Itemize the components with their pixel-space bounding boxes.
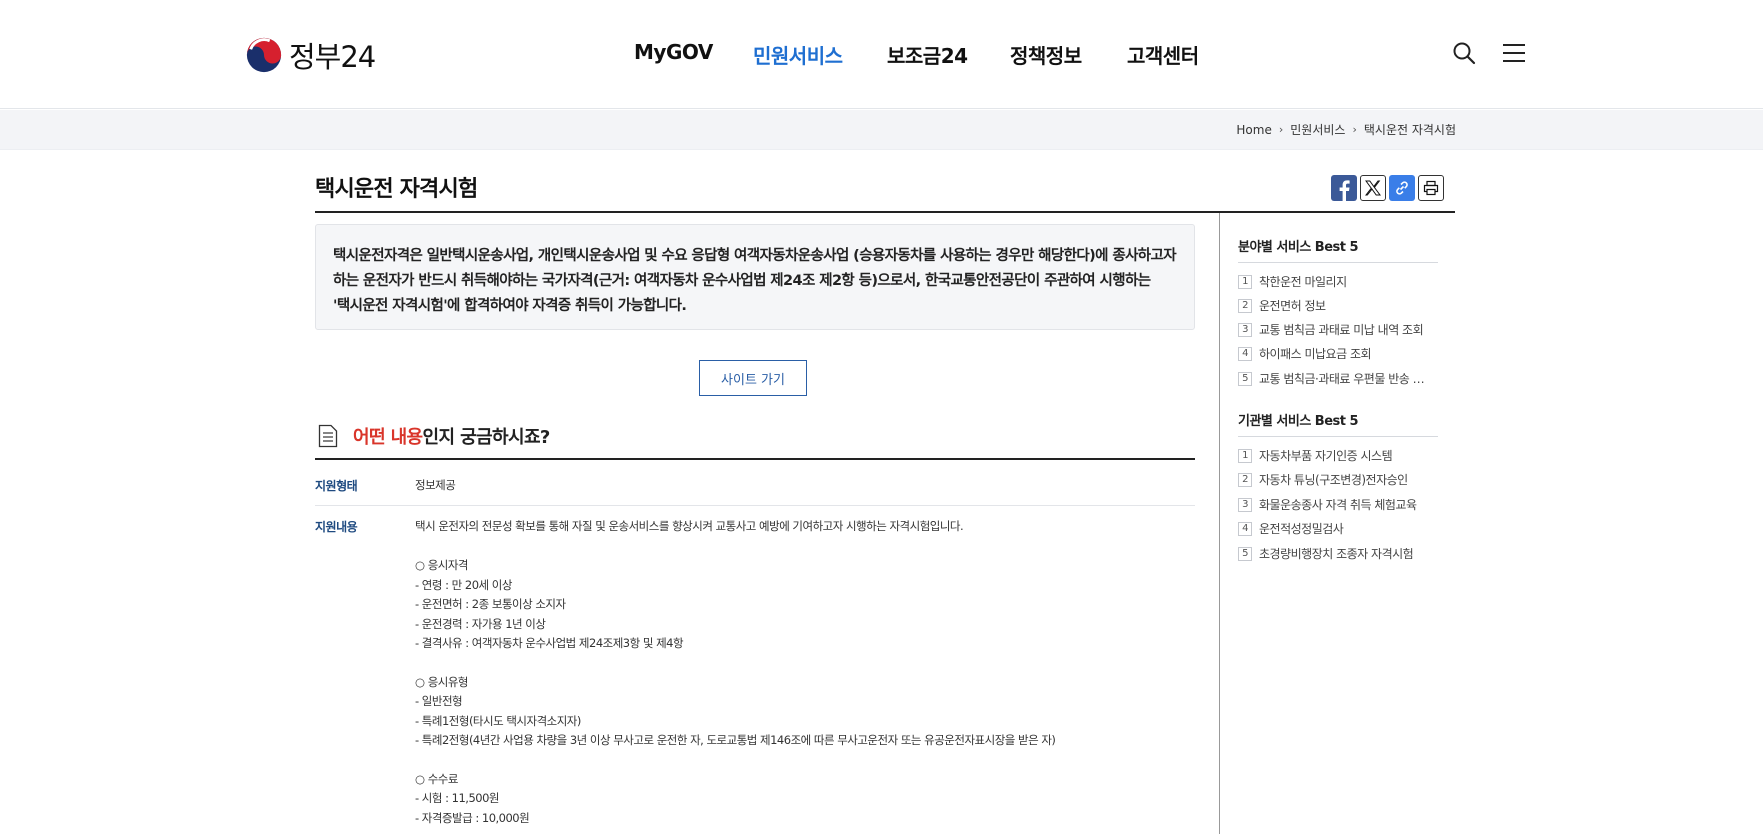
field-best5-title: 분야별 서비스 Best 5 [1238, 240, 1359, 255]
column-divider [1219, 213, 1220, 834]
site-header: 정부24 MyGOV 민원서비스 보조금24 정책정보 고객센터 [0, 0, 1763, 109]
section-title-rest: 인지 궁금하시죠? [422, 427, 551, 448]
field-best-item[interactable]: 2 운전면허 정보 [1238, 297, 1326, 314]
nav-civil-service[interactable]: 민원서비스 [753, 40, 843, 69]
support-type-value: 정보제공 [415, 478, 456, 492]
facebook-icon [1339, 180, 1350, 201]
x-logo-icon [1365, 180, 1381, 196]
item-label: 자동차 튜닝(구조변경)전자승인 [1259, 473, 1408, 487]
agency-best-item[interactable]: 2 자동차 튜닝(구조변경)전자승인 [1238, 471, 1408, 488]
page-title: 택시운전 자격시험 [315, 177, 478, 202]
rank-badge: 5 [1238, 371, 1252, 386]
intro-line-2: 하는 운전자가 반드시 취득해야하는 국가자격(근거: 여객자동차 운수사업법 … [333, 273, 1151, 289]
nav-subsidy24[interactable]: 보조금24 [887, 40, 968, 69]
row-divider [315, 505, 1195, 506]
share-buttons [1331, 175, 1444, 201]
item-label: 운전적성정밀검사 [1259, 522, 1344, 536]
agency-best-item[interactable]: 5 초경량비행장치 조종자 자격시험 [1238, 545, 1414, 562]
title-divider [315, 211, 1455, 213]
section-title: 어떤 내용인지 궁금하시죠? [353, 423, 550, 449]
main-nav: MyGOV 민원서비스 보조금24 정책정보 고객센터 [0, 40, 1763, 70]
field-best-item[interactable]: 5 교통 범칙금·과태료 우편물 반송 … [1238, 370, 1425, 387]
agency-best5-title: 기관별 서비스 Best 5 [1238, 414, 1359, 429]
chevron-right-icon: › [1278, 123, 1284, 136]
content-line: - 결격사유 : 여객자동차 운수사업법 제24조제3항 및 제4항 [415, 636, 684, 650]
agency-best-item[interactable]: 4 운전적성정밀검사 [1238, 520, 1344, 537]
rank-badge: 1 [1238, 448, 1252, 463]
item-label: 교통 범칙금 과태료 미납 내역 조회 [1259, 323, 1424, 337]
content-line: - 연령 : 만 20세 이상 [415, 578, 512, 592]
facebook-share-button[interactable] [1331, 175, 1357, 201]
agency-best-item[interactable]: 3 화물운송종사 자격 취득 체험교육 [1238, 496, 1417, 513]
field-best-item[interactable]: 4 하이패스 미납요금 조회 [1238, 345, 1372, 362]
intro-text: 택시운전자격은 일반택시운송사업, 개인택시운송사업 및 수요 응답형 여객자동… [333, 244, 1177, 319]
link-icon [1396, 181, 1408, 195]
item-label: 교통 범칙금·과태료 우편물 반송 … [1259, 372, 1425, 386]
breadcrumb-home[interactable]: Home [1236, 123, 1271, 137]
nav-mygov[interactable]: MyGOV [634, 40, 713, 64]
hamburger-menu-icon[interactable] [1502, 43, 1526, 63]
rank-badge: 5 [1238, 546, 1252, 561]
rank-badge: 1 [1238, 274, 1252, 289]
rank-badge: 4 [1238, 521, 1252, 536]
copy-link-button[interactable] [1389, 175, 1415, 201]
intro-box: 택시운전자격은 일반택시운송사업, 개인택시운송사업 및 수요 응답형 여객자동… [315, 224, 1195, 330]
intro-line-3: '택시운전 자격시험'에 합격하여야 자격증 취득이 가능합니다. [333, 298, 687, 314]
breadcrumb-current[interactable]: 택시운전 자격시험 [1364, 121, 1456, 138]
nav-policy-info[interactable]: 정책정보 [1010, 40, 1082, 69]
printer-icon [1423, 180, 1439, 196]
content-line: - 시험 : 11,500원 [415, 791, 499, 805]
support-type-label: 지원형태 [315, 479, 358, 493]
item-label: 운전면허 정보 [1259, 299, 1326, 313]
section-title-highlight: 어떤 내용 [353, 427, 423, 448]
field-best-item[interactable]: 1 착한운전 마일리지 [1238, 273, 1347, 290]
breadcrumb: Home › 민원서비스 › 택시운전 자격시험 [1236, 121, 1456, 138]
item-label: 화물운송종사 자격 취득 체험교육 [1259, 498, 1417, 512]
content-line: - 특례2전형(4년간 사업용 차량을 3년 이상 무사고로 운전한 자, 도로… [415, 733, 1056, 747]
content-line: - 운전면허 : 2종 보통이상 소지자 [415, 597, 566, 611]
breadcrumb-band: Home › 민원서비스 › 택시운전 자격시험 [0, 110, 1763, 150]
rank-badge: 2 [1238, 472, 1252, 487]
content-line: - 특례1전형(타시도 택시자격소지자) [415, 714, 581, 728]
chevron-right-icon: › [1352, 123, 1357, 136]
rank-badge: 3 [1238, 497, 1252, 512]
rank-badge: 4 [1238, 346, 1252, 361]
content-line: ○ 응시유형 [415, 675, 469, 689]
content-line: 택시 운전자의 전문성 확보를 통해 자질 및 운송서비스를 향상시켜 교통사고… [415, 519, 964, 533]
go-to-site-button[interactable]: 사이트 가기 [699, 360, 807, 396]
item-label: 착한운전 마일리지 [1259, 275, 1347, 289]
support-content-label: 지원내용 [315, 520, 358, 534]
content-line: ○ 수수료 [415, 772, 458, 786]
breadcrumb-civil-service[interactable]: 민원서비스 [1290, 121, 1345, 138]
section-divider [315, 458, 1195, 460]
document-icon [318, 424, 338, 448]
content-line: ○ 응시자격 [415, 558, 469, 572]
agency-best-item[interactable]: 1 자동차부품 자기인증 시스템 [1238, 447, 1393, 464]
nav-customer-center[interactable]: 고객센터 [1127, 40, 1199, 69]
intro-line-1: 택시운전자격은 일반택시운송사업, 개인택시운송사업 및 수요 응답형 여객자동… [333, 248, 1177, 264]
content-line: - 자격증발급 : 10,000원 [415, 811, 530, 825]
print-button[interactable] [1418, 175, 1444, 201]
section-heading: 어떤 내용인지 궁금하시죠? [318, 423, 550, 449]
field-best-item[interactable]: 3 교통 범칙금 과태료 미납 내역 조회 [1238, 321, 1424, 338]
content-line: - 일반전형 [415, 694, 463, 708]
item-label: 하이패스 미납요금 조회 [1259, 347, 1372, 361]
sidebar-divider [1238, 262, 1438, 263]
x-share-button[interactable] [1360, 175, 1386, 201]
search-icon[interactable] [1452, 41, 1476, 65]
rank-badge: 3 [1238, 322, 1252, 337]
item-label: 자동차부품 자기인증 시스템 [1259, 449, 1393, 463]
rank-badge: 2 [1238, 298, 1252, 313]
item-label: 초경량비행장치 조종자 자격시험 [1259, 547, 1414, 561]
sidebar-divider [1238, 436, 1438, 437]
content-line: - 운전경력 : 자가용 1년 이상 [415, 617, 546, 631]
